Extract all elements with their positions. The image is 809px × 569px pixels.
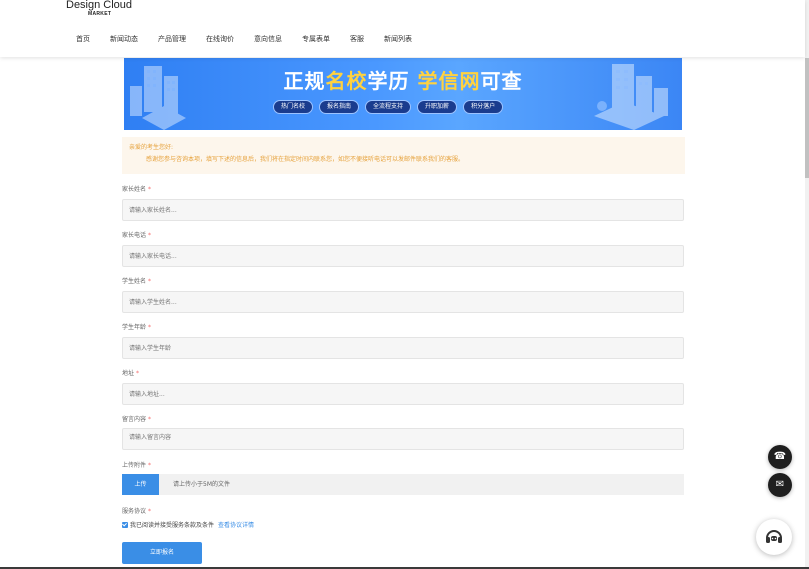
banner-title: 正规名校学历 学信网可查: [124, 65, 682, 94]
nav-item-products[interactable]: 产品管理: [158, 34, 186, 44]
required-mark: *: [148, 416, 152, 423]
field-label-parent-name: 家长姓名 *: [122, 184, 151, 193]
required-mark: *: [148, 508, 152, 515]
required-mark: *: [148, 278, 152, 285]
nav-item-home[interactable]: 首页: [76, 34, 90, 44]
phone-icon: ☎: [773, 451, 787, 462]
headset-icon: [766, 530, 782, 543]
logo-subtitle: MARKET: [88, 11, 112, 17]
student-name-input[interactable]: [122, 291, 684, 313]
agreement-text: 我已阅读并接受服务条款及条件: [130, 522, 215, 529]
nav-item-intent[interactable]: 意向信息: [254, 34, 282, 44]
notice-body: 感谢您参与咨询本项，填写下述的信息后，我们将在指定时间内联系您，如您不便接听电话…: [146, 156, 465, 163]
customer-service-button[interactable]: [756, 519, 792, 555]
label-text: 学生姓名: [122, 278, 147, 285]
banner-tag: 热门名校: [273, 100, 314, 114]
field-label-student-age: 学生年龄 *: [122, 322, 151, 331]
agreement-link[interactable]: 查看协议详情: [218, 520, 254, 529]
banner-title-part3: 学历: [367, 69, 418, 93]
required-mark: *: [148, 462, 152, 469]
address-input[interactable]: [122, 383, 684, 405]
required-mark: *: [148, 232, 152, 239]
nav-item-inquiry[interactable]: 在线询价: [206, 34, 234, 44]
parent-phone-input[interactable]: [122, 245, 684, 267]
banner-title-part2: 名校: [325, 69, 368, 93]
nav-item-form[interactable]: 专属表单: [302, 34, 330, 44]
banner-tag: 报名指南: [319, 100, 360, 114]
site-logo[interactable]: Design Cloud MARKET: [66, 0, 132, 17]
required-mark: *: [148, 186, 152, 193]
required-mark: *: [136, 370, 140, 377]
nav-item-service[interactable]: 客服: [350, 34, 364, 44]
label-text: 服务协议: [122, 508, 147, 515]
message-textarea[interactable]: [122, 428, 684, 450]
label-text: 家长姓名: [122, 186, 147, 193]
agreement-checkbox[interactable]: [122, 521, 128, 528]
mail-icon: ✉: [775, 479, 785, 490]
upload-row: 上传 请上传小于5M的文件: [122, 474, 684, 495]
logo-title: Design Cloud: [66, 0, 133, 11]
field-label-message: 留言内容 *: [122, 414, 151, 423]
label-text: 留言内容: [122, 416, 147, 423]
upload-hint: 请上传小于5M的文件: [173, 481, 230, 488]
nav-item-news-list[interactable]: 新闻列表: [384, 34, 412, 44]
banner-title-part5: 可查: [480, 69, 523, 93]
banner-tag: 积分落户: [463, 100, 504, 114]
hero-banner: 正规名校学历 学信网可查 热门名校 报名指南 全流程支持 升职加薪 积分落户: [124, 58, 682, 130]
submit-button[interactable]: 立即报名: [122, 542, 202, 564]
label-text: 家长电话: [122, 232, 147, 239]
banner-tag: 全流程支持: [365, 100, 412, 114]
label-text: 上传附件: [122, 462, 147, 469]
top-header: Design Cloud MARKET 首页 新闻动态 产品管理 在线询价 意向…: [0, 0, 805, 57]
field-label-agreement: 服务协议 *: [122, 506, 151, 515]
parent-name-input[interactable]: [122, 199, 684, 221]
main-nav: 首页 新闻动态 产品管理 在线询价 意向信息 专属表单 客服 新闻列表: [76, 34, 432, 44]
banner-title-part4: 学信网: [417, 69, 481, 93]
banner-title-part1: 正规: [283, 69, 326, 93]
mail-float-button[interactable]: ✉: [768, 473, 792, 497]
field-label-upload: 上传附件 *: [122, 460, 151, 469]
scrollbar-thumb[interactable]: [805, 58, 809, 178]
nav-item-news[interactable]: 新闻动态: [110, 34, 138, 44]
agreement-row: 我已阅读并接受服务条款及条件 查看协议详情: [122, 520, 254, 529]
label-text: 学生年龄: [122, 324, 147, 331]
banner-tags: 热门名校 报名指南 全流程支持 升职加薪 积分落户: [273, 100, 509, 114]
banner-tag: 升职加薪: [417, 100, 458, 114]
notice-box: 亲爱的考生您好: 感谢您参与咨询本项，填写下述的信息后，我们将在指定时间内联系您…: [122, 137, 685, 174]
phone-float-button[interactable]: ☎: [768, 445, 792, 469]
label-text: 地址: [122, 370, 135, 377]
field-label-student-name: 学生姓名 *: [122, 276, 151, 285]
field-label-address: 地址 *: [122, 368, 139, 377]
field-label-parent-phone: 家长电话 *: [122, 230, 151, 239]
upload-button[interactable]: 上传: [122, 474, 159, 495]
student-age-input[interactable]: [122, 337, 684, 359]
notice-title: 亲爱的考生您好:: [129, 144, 174, 151]
required-mark: *: [148, 324, 152, 331]
